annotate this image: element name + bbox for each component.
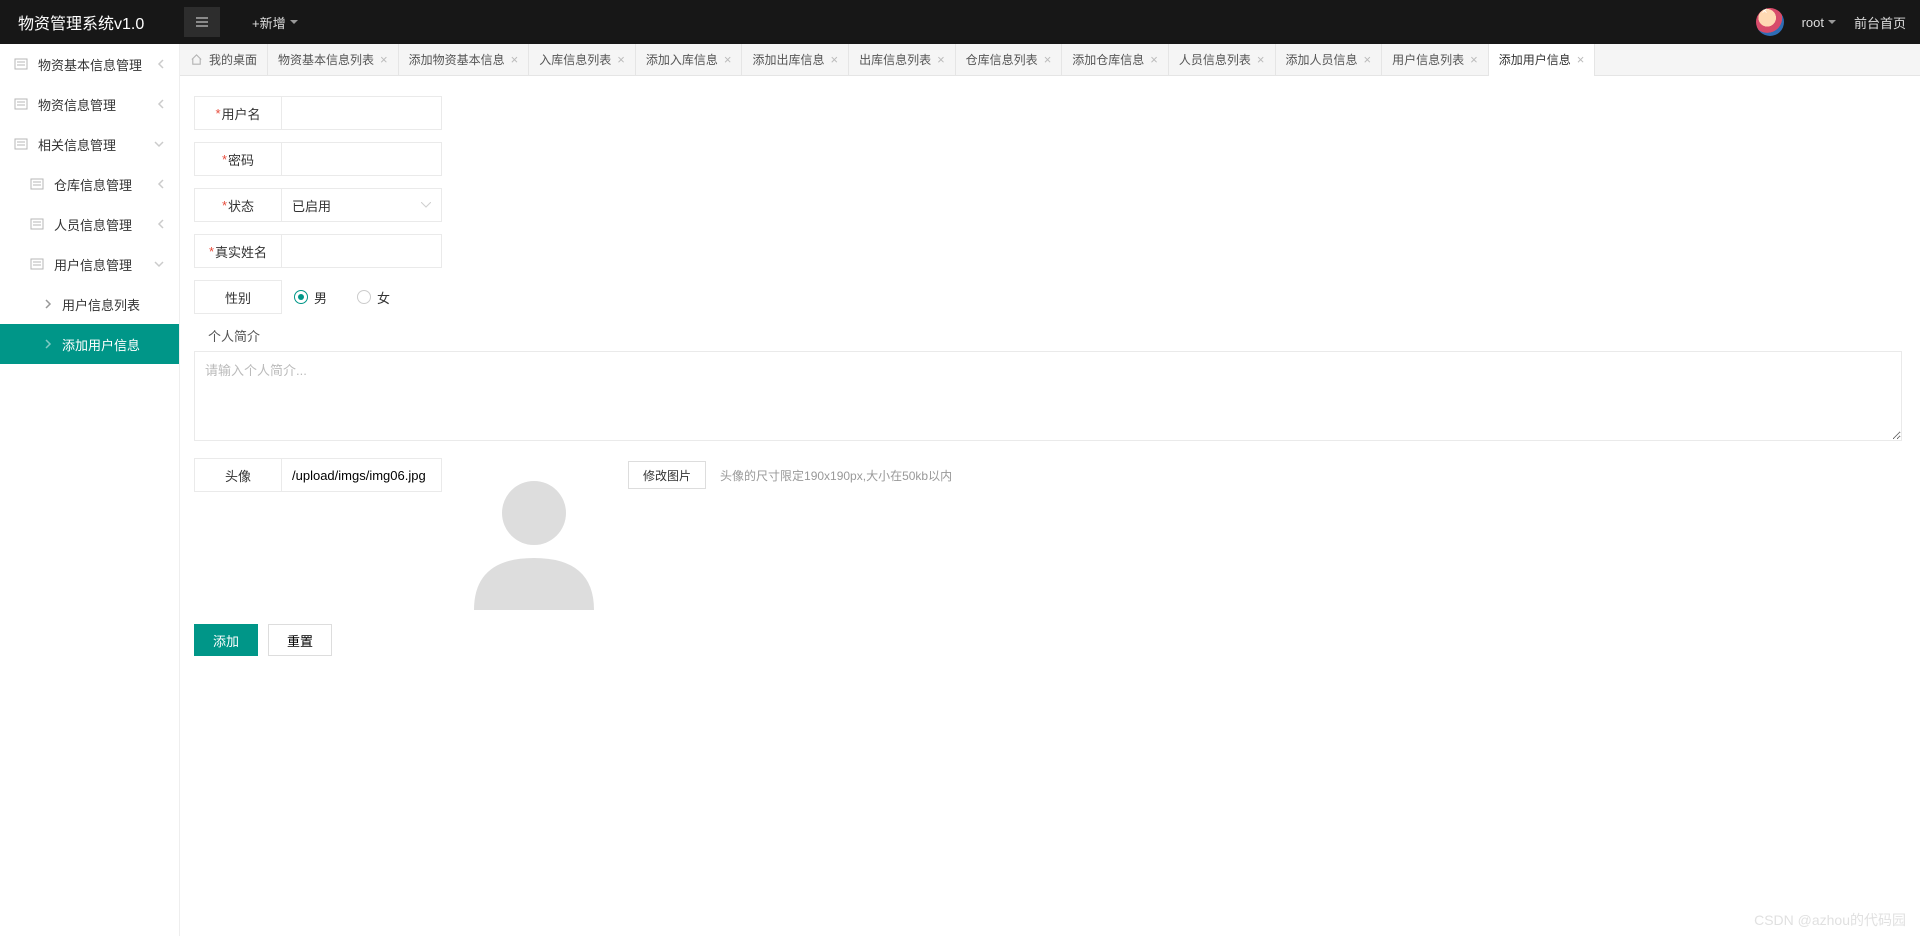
modify-image-button[interactable]: 修改图片: [628, 461, 706, 489]
tab[interactable]: 我的桌面: [180, 44, 268, 76]
tab-bar: 我的桌面物资基本信息列表×添加物资基本信息×入库信息列表×添加入库信息×添加出库…: [180, 44, 1920, 76]
tab-label: 出库信息列表: [859, 51, 931, 68]
sidebar-item-label: 物资信息管理: [38, 95, 157, 114]
sidebar-item-label: 用户信息管理: [54, 255, 153, 274]
bio-textarea[interactable]: [194, 351, 1902, 441]
tab-label: 添加入库信息: [646, 51, 718, 68]
sidebar-item-label: 添加用户信息: [62, 335, 165, 354]
tab[interactable]: 仓库信息列表 ×: [956, 44, 1063, 76]
tab-label: 添加物资基本信息: [409, 51, 505, 68]
top-header: 物资管理系统v1.0 +新增 root 前台首页: [0, 0, 1920, 44]
status-value: 已启用: [292, 196, 331, 215]
main-area: 我的桌面物资基本信息列表×添加物资基本信息×入库信息列表×添加入库信息×添加出库…: [180, 44, 1920, 936]
tab-label: 添加出库信息: [752, 51, 824, 68]
avatar-path-input[interactable]: [282, 458, 442, 492]
close-icon[interactable]: ×: [1257, 52, 1265, 67]
tab-label: 人员信息列表: [1179, 51, 1251, 68]
sidebar-item[interactable]: 物资基本信息管理: [0, 44, 179, 84]
close-icon[interactable]: ×: [380, 52, 388, 67]
tab[interactable]: 人员信息列表 ×: [1169, 44, 1276, 76]
hamburger-icon: [195, 15, 209, 29]
label-bio: 个人简介: [208, 326, 1906, 345]
chevron-down-icon: [421, 202, 431, 208]
avatar-preview: [454, 458, 614, 610]
sidebar-item[interactable]: 用户信息管理: [0, 244, 179, 284]
avatar-hint: 头像的尺寸限定190x190px,大小在50kb以内: [720, 467, 952, 484]
avatar[interactable]: [1756, 8, 1784, 36]
tab-label: 添加用户信息: [1499, 51, 1571, 68]
caret-down-icon: [1828, 20, 1836, 28]
realname-input[interactable]: [282, 234, 442, 268]
label-gender: 性别: [194, 280, 282, 314]
tab-label: 入库信息列表: [539, 51, 611, 68]
close-icon[interactable]: ×: [724, 52, 732, 67]
close-icon[interactable]: ×: [617, 52, 625, 67]
close-icon[interactable]: ×: [830, 52, 838, 67]
sidebar-item-label: 相关信息管理: [38, 135, 153, 154]
username-input[interactable]: [282, 96, 442, 130]
close-icon[interactable]: ×: [1044, 52, 1052, 67]
sidebar-item[interactable]: 用户信息列表: [0, 284, 179, 324]
avatar-placeholder-icon: [454, 458, 614, 610]
tab-label: 用户信息列表: [1392, 51, 1464, 68]
tab[interactable]: 添加人员信息 ×: [1276, 44, 1383, 76]
close-icon[interactable]: ×: [1470, 52, 1478, 67]
radio-female[interactable]: 女: [357, 288, 390, 307]
new-add-label: +新增: [252, 13, 286, 32]
sidebar-item[interactable]: 物资信息管理: [0, 84, 179, 124]
close-icon[interactable]: ×: [1364, 52, 1372, 67]
label-status: *状态: [194, 188, 282, 222]
close-icon[interactable]: ×: [1150, 52, 1158, 67]
label-username: *用户名: [194, 96, 282, 130]
user-dropdown[interactable]: root: [1802, 15, 1836, 30]
tab[interactable]: 添加仓库信息 ×: [1062, 44, 1169, 76]
username-label: root: [1802, 15, 1824, 30]
sidebar: 物资基本信息管理物资信息管理相关信息管理仓库信息管理人员信息管理用户信息管理用户…: [0, 44, 180, 936]
form-area: *用户名 *密码 *状态 已启用 *真实姓名 性别: [180, 76, 1920, 676]
label-avatar: 头像: [194, 458, 282, 492]
tab-label: 添加仓库信息: [1072, 51, 1144, 68]
tab-label: 我的桌面: [209, 51, 257, 68]
sidebar-item-label: 仓库信息管理: [54, 175, 157, 194]
close-icon[interactable]: ×: [937, 52, 945, 67]
tab[interactable]: 出库信息列表 ×: [849, 44, 956, 76]
sidebar-item[interactable]: 相关信息管理: [0, 124, 179, 164]
password-input[interactable]: [282, 142, 442, 176]
new-add-dropdown[interactable]: +新增: [252, 13, 298, 32]
tab[interactable]: 添加物资基本信息 ×: [399, 44, 530, 76]
tab[interactable]: 添加出库信息 ×: [742, 44, 849, 76]
front-page-link[interactable]: 前台首页: [1854, 13, 1906, 32]
close-icon[interactable]: ×: [1577, 52, 1585, 67]
tab-label: 添加人员信息: [1286, 51, 1358, 68]
reset-button[interactable]: 重置: [268, 624, 332, 656]
tab[interactable]: 添加用户信息 ×: [1489, 44, 1596, 76]
app-title: 物资管理系统v1.0: [0, 10, 180, 34]
label-realname: *真实姓名: [194, 234, 282, 268]
tab[interactable]: 入库信息列表 ×: [529, 44, 636, 76]
tab[interactable]: 添加入库信息 ×: [636, 44, 743, 76]
sidebar-item[interactable]: 仓库信息管理: [0, 164, 179, 204]
sidebar-item-label: 人员信息管理: [54, 215, 157, 234]
sidebar-item-label: 用户信息列表: [62, 295, 165, 314]
home-icon: [190, 53, 203, 66]
tab[interactable]: 用户信息列表 ×: [1382, 44, 1489, 76]
sidebar-item[interactable]: 人员信息管理: [0, 204, 179, 244]
tab-label: 仓库信息列表: [966, 51, 1038, 68]
caret-down-icon: [290, 20, 298, 28]
label-password: *密码: [194, 142, 282, 176]
radio-dot-icon: [294, 290, 308, 304]
sidebar-item-label: 物资基本信息管理: [38, 55, 157, 74]
status-select[interactable]: 已启用: [282, 188, 442, 222]
sidebar-toggle-button[interactable]: [184, 7, 220, 37]
radio-male[interactable]: 男: [294, 288, 327, 307]
sidebar-item[interactable]: 添加用户信息: [0, 324, 179, 364]
radio-dot-icon: [357, 290, 371, 304]
tab[interactable]: 物资基本信息列表 ×: [268, 44, 399, 76]
tab-label: 物资基本信息列表: [278, 51, 374, 68]
header-right: root 前台首页: [1756, 8, 1906, 36]
close-icon[interactable]: ×: [511, 52, 519, 67]
submit-button[interactable]: 添加: [194, 624, 258, 656]
